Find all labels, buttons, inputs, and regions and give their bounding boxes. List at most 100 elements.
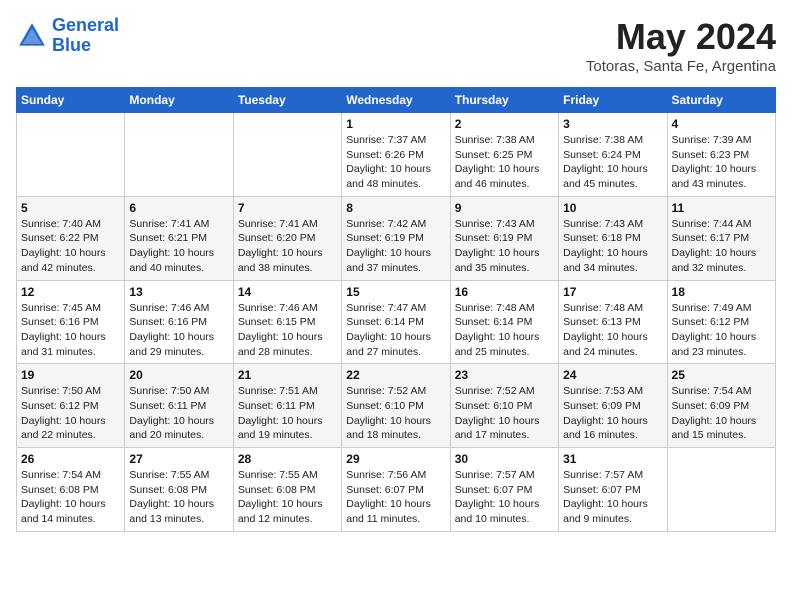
month-title: May 2024 bbox=[586, 16, 776, 58]
day-number: 14 bbox=[238, 285, 337, 299]
day-info: Sunrise: 7:51 AMSunset: 6:11 PMDaylight:… bbox=[238, 384, 337, 443]
weekday-header: Friday bbox=[559, 88, 667, 113]
day-number: 4 bbox=[672, 117, 771, 131]
title-area: May 2024 Totoras, Santa Fe, Argentina bbox=[586, 16, 776, 75]
day-info: Sunrise: 7:39 AMSunset: 6:23 PMDaylight:… bbox=[672, 133, 771, 192]
calendar-cell bbox=[233, 113, 341, 197]
day-info: Sunrise: 7:57 AMSunset: 6:07 PMDaylight:… bbox=[455, 468, 554, 527]
day-number: 22 bbox=[346, 368, 445, 382]
calendar-cell: 17Sunrise: 7:48 AMSunset: 6:13 PMDayligh… bbox=[559, 280, 667, 364]
weekday-header: Sunday bbox=[17, 88, 125, 113]
calendar-cell: 12Sunrise: 7:45 AMSunset: 6:16 PMDayligh… bbox=[17, 280, 125, 364]
location: Totoras, Santa Fe, Argentina bbox=[586, 58, 776, 75]
day-number: 13 bbox=[129, 285, 228, 299]
day-info: Sunrise: 7:54 AMSunset: 6:08 PMDaylight:… bbox=[21, 468, 120, 527]
calendar-week-row: 12Sunrise: 7:45 AMSunset: 6:16 PMDayligh… bbox=[17, 280, 776, 364]
day-info: Sunrise: 7:41 AMSunset: 6:21 PMDaylight:… bbox=[129, 217, 228, 276]
calendar-header-row: SundayMondayTuesdayWednesdayThursdayFrid… bbox=[17, 88, 776, 113]
calendar-cell: 19Sunrise: 7:50 AMSunset: 6:12 PMDayligh… bbox=[17, 364, 125, 448]
calendar-cell: 1 Sunrise: 7:37 AMSunset: 6:26 PMDaylight… bbox=[342, 113, 450, 197]
day-info: Sunrise: 7:57 AMSunset: 6:07 PMDaylight:… bbox=[563, 468, 662, 527]
day-info: Sunrise: 7:37 AMSunset: 6:26 PMDaylight:… bbox=[346, 133, 445, 192]
day-number: 10 bbox=[563, 201, 662, 215]
day-info: Sunrise: 7:42 AMSunset: 6:19 PMDaylight:… bbox=[346, 217, 445, 276]
calendar-cell: 2 Sunrise: 7:38 AMSunset: 6:25 PMDaylight… bbox=[450, 113, 558, 197]
day-info: Sunrise: 7:40 AMSunset: 6:22 PMDaylight:… bbox=[21, 217, 120, 276]
day-info: Sunrise: 7:46 AMSunset: 6:15 PMDaylight:… bbox=[238, 301, 337, 360]
calendar-cell: 22 Sunrise: 7:52 AMSunset: 6:10 PMDayligh… bbox=[342, 364, 450, 448]
day-number: 20 bbox=[129, 368, 228, 382]
day-number: 19 bbox=[21, 368, 120, 382]
calendar-cell: 30 Sunrise: 7:57 AMSunset: 6:07 PMDayligh… bbox=[450, 448, 558, 532]
day-info: Sunrise: 7:44 AMSunset: 6:17 PMDaylight:… bbox=[672, 217, 771, 276]
day-number: 5 bbox=[21, 201, 120, 215]
calendar-cell bbox=[17, 113, 125, 197]
page-header: General Blue May 2024 Totoras, Santa Fe,… bbox=[16, 16, 776, 75]
calendar-cell: 16 Sunrise: 7:48 AMSunset: 6:14 PMDayligh… bbox=[450, 280, 558, 364]
day-number: 2 bbox=[455, 117, 554, 131]
day-info: Sunrise: 7:52 AMSunset: 6:10 PMDaylight:… bbox=[455, 384, 554, 443]
calendar-cell: 7Sunrise: 7:41 AMSunset: 6:20 PMDaylight… bbox=[233, 196, 341, 280]
day-info: Sunrise: 7:53 AMSunset: 6:09 PMDaylight:… bbox=[563, 384, 662, 443]
calendar-cell: 15Sunrise: 7:47 AMSunset: 6:14 PMDayligh… bbox=[342, 280, 450, 364]
day-info: Sunrise: 7:38 AMSunset: 6:25 PMDaylight:… bbox=[455, 133, 554, 192]
calendar-cell: 11Sunrise: 7:44 AMSunset: 6:17 PMDayligh… bbox=[667, 196, 775, 280]
day-info: Sunrise: 7:55 AMSunset: 6:08 PMDaylight:… bbox=[238, 468, 337, 527]
calendar-cell: 10 Sunrise: 7:43 AMSunset: 6:18 PMDayligh… bbox=[559, 196, 667, 280]
logo-text: General Blue bbox=[52, 16, 119, 56]
day-number: 16 bbox=[455, 285, 554, 299]
day-info: Sunrise: 7:48 AMSunset: 6:13 PMDaylight:… bbox=[563, 301, 662, 360]
day-info: Sunrise: 7:56 AMSunset: 6:07 PMDaylight:… bbox=[346, 468, 445, 527]
day-number: 9 bbox=[455, 201, 554, 215]
day-number: 21 bbox=[238, 368, 337, 382]
calendar-week-row: 1 Sunrise: 7:37 AMSunset: 6:26 PMDaylight… bbox=[17, 113, 776, 197]
calendar-cell: 27 Sunrise: 7:55 AMSunset: 6:08 PMDayligh… bbox=[125, 448, 233, 532]
calendar-cell bbox=[667, 448, 775, 532]
calendar-cell: 14 Sunrise: 7:46 AMSunset: 6:15 PMDayligh… bbox=[233, 280, 341, 364]
day-info: Sunrise: 7:38 AMSunset: 6:24 PMDaylight:… bbox=[563, 133, 662, 192]
day-info: Sunrise: 7:54 AMSunset: 6:09 PMDaylight:… bbox=[672, 384, 771, 443]
day-info: Sunrise: 7:43 AMSunset: 6:19 PMDaylight:… bbox=[455, 217, 554, 276]
day-number: 31 bbox=[563, 452, 662, 466]
weekday-header: Saturday bbox=[667, 88, 775, 113]
day-info: Sunrise: 7:47 AMSunset: 6:14 PMDaylight:… bbox=[346, 301, 445, 360]
calendar-cell bbox=[125, 113, 233, 197]
day-number: 27 bbox=[129, 452, 228, 466]
day-number: 28 bbox=[238, 452, 337, 466]
calendar-cell: 18 Sunrise: 7:49 AMSunset: 6:12 PMDayligh… bbox=[667, 280, 775, 364]
calendar-week-row: 5 Sunrise: 7:40 AMSunset: 6:22 PMDaylight… bbox=[17, 196, 776, 280]
day-number: 30 bbox=[455, 452, 554, 466]
logo: General Blue bbox=[16, 16, 119, 56]
calendar-cell: 3 Sunrise: 7:38 AMSunset: 6:24 PMDaylight… bbox=[559, 113, 667, 197]
day-info: Sunrise: 7:48 AMSunset: 6:14 PMDaylight:… bbox=[455, 301, 554, 360]
calendar-cell: 25Sunrise: 7:54 AMSunset: 6:09 PMDayligh… bbox=[667, 364, 775, 448]
day-info: Sunrise: 7:55 AMSunset: 6:08 PMDaylight:… bbox=[129, 468, 228, 527]
calendar-cell: 26Sunrise: 7:54 AMSunset: 6:08 PMDayligh… bbox=[17, 448, 125, 532]
day-info: Sunrise: 7:50 AMSunset: 6:11 PMDaylight:… bbox=[129, 384, 228, 443]
calendar-week-row: 19Sunrise: 7:50 AMSunset: 6:12 PMDayligh… bbox=[17, 364, 776, 448]
calendar-cell: 21 Sunrise: 7:51 AMSunset: 6:11 PMDayligh… bbox=[233, 364, 341, 448]
calendar-cell: 31 Sunrise: 7:57 AMSunset: 6:07 PMDayligh… bbox=[559, 448, 667, 532]
day-number: 6 bbox=[129, 201, 228, 215]
weekday-header: Monday bbox=[125, 88, 233, 113]
logo-icon bbox=[16, 20, 48, 52]
day-info: Sunrise: 7:49 AMSunset: 6:12 PMDaylight:… bbox=[672, 301, 771, 360]
day-info: Sunrise: 7:45 AMSunset: 6:16 PMDaylight:… bbox=[21, 301, 120, 360]
day-number: 18 bbox=[672, 285, 771, 299]
weekday-header: Wednesday bbox=[342, 88, 450, 113]
calendar-cell: 29 Sunrise: 7:56 AMSunset: 6:07 PMDayligh… bbox=[342, 448, 450, 532]
day-number: 29 bbox=[346, 452, 445, 466]
day-info: Sunrise: 7:46 AMSunset: 6:16 PMDaylight:… bbox=[129, 301, 228, 360]
calendar-table: SundayMondayTuesdayWednesdayThursdayFrid… bbox=[16, 87, 776, 532]
day-number: 7 bbox=[238, 201, 337, 215]
day-number: 23 bbox=[455, 368, 554, 382]
day-info: Sunrise: 7:52 AMSunset: 6:10 PMDaylight:… bbox=[346, 384, 445, 443]
calendar-cell: 23 Sunrise: 7:52 AMSunset: 6:10 PMDayligh… bbox=[450, 364, 558, 448]
day-number: 3 bbox=[563, 117, 662, 131]
calendar-cell: 13 Sunrise: 7:46 AMSunset: 6:16 PMDayligh… bbox=[125, 280, 233, 364]
day-number: 24 bbox=[563, 368, 662, 382]
calendar-cell: 28 Sunrise: 7:55 AMSunset: 6:08 PMDayligh… bbox=[233, 448, 341, 532]
day-info: Sunrise: 7:43 AMSunset: 6:18 PMDaylight:… bbox=[563, 217, 662, 276]
day-number: 1 bbox=[346, 117, 445, 131]
calendar-cell: 9 Sunrise: 7:43 AMSunset: 6:19 PMDaylight… bbox=[450, 196, 558, 280]
